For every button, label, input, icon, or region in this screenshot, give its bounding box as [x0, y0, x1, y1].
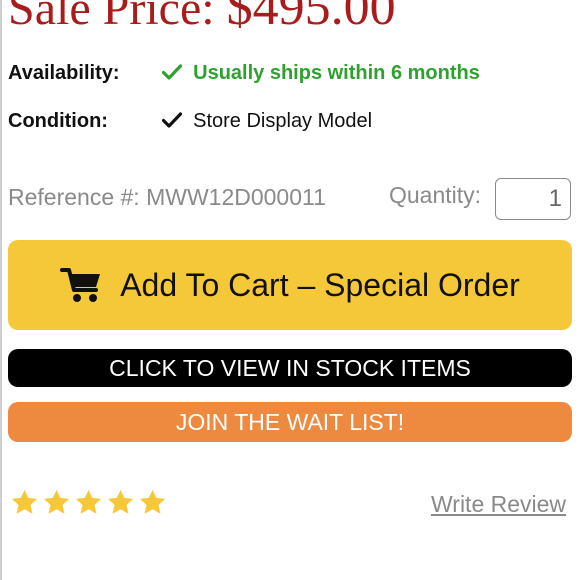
- quantity-input[interactable]: [495, 178, 571, 220]
- availability-value: Usually ships within 6 months: [193, 62, 480, 84]
- checkmark-icon: [161, 62, 182, 86]
- checkmark-icon: [161, 110, 182, 134]
- star-icon[interactable]: [42, 488, 71, 517]
- reference-number: Reference #: MWW12D000011: [8, 184, 326, 210]
- availability-row: Availability: Usually ships within 6 mon…: [8, 61, 480, 86]
- condition-row: Condition: Store Display Model: [8, 109, 372, 134]
- sale-price-amount: $495.00: [226, 0, 396, 36]
- join-wait-list-button[interactable]: JOIN THE WAIT LIST!: [8, 402, 572, 442]
- view-in-stock-button[interactable]: CLICK TO VIEW IN STOCK ITEMS: [8, 349, 572, 387]
- star-icon[interactable]: [106, 488, 135, 517]
- condition-value: Store Display Model: [193, 110, 373, 132]
- sale-price: Sale Price: $495.00: [8, 0, 396, 37]
- rating-stars[interactable]: [10, 488, 167, 517]
- sale-price-label: Sale Price:: [8, 0, 215, 35]
- shopping-cart-icon: [60, 266, 104, 304]
- quantity-label: Quantity:: [389, 182, 482, 208]
- star-icon[interactable]: [138, 488, 167, 517]
- add-to-cart-label: Add To Cart – Special Order: [120, 266, 520, 303]
- page-border: [0, 0, 2, 580]
- condition-label: Condition:: [8, 110, 108, 132]
- add-to-cart-button[interactable]: Add To Cart – Special Order: [8, 240, 572, 330]
- star-icon[interactable]: [10, 488, 39, 517]
- write-review-link[interactable]: Write Review: [431, 491, 566, 518]
- star-icon[interactable]: [74, 488, 103, 517]
- availability-label: Availability:: [8, 62, 120, 84]
